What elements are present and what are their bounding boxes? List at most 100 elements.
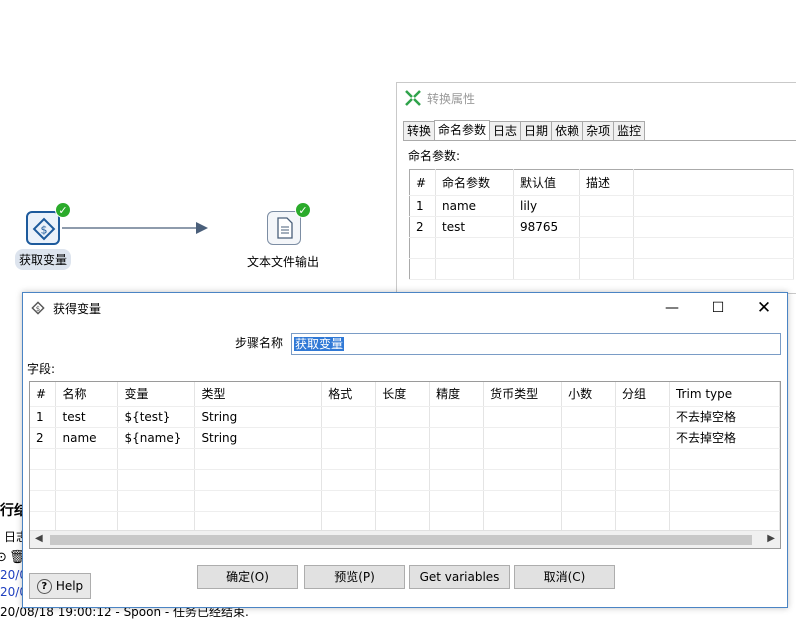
- column-header[interactable]: #: [409, 169, 436, 196]
- table-row-empty[interactable]: [409, 258, 794, 280]
- trans-props-tabs: 转换 命名参数 日志 日期 依赖 杂项 监控: [403, 120, 646, 141]
- column-header[interactable]: 长度: [375, 382, 431, 407]
- cell-currency[interactable]: [483, 406, 563, 428]
- table-row[interactable]: 2 name ${name} String 不去掉空格: [30, 427, 780, 449]
- close-button[interactable]: ✕: [741, 293, 787, 323]
- transformation-icon: [405, 90, 421, 106]
- cell-variable[interactable]: ${name}: [117, 427, 196, 449]
- svg-text:$: $: [41, 224, 48, 237]
- get-variables-dialog: $ 获得变量 — ☐ ✕ 步骤名称 获取变量 字段: # 名称 变量 类型 格式…: [22, 292, 788, 608]
- fields-table[interactable]: # 名称 变量 类型 格式 长度 精度 货币类型 小数 分组 Trim type…: [30, 382, 780, 533]
- tab-named-params[interactable]: 命名参数: [434, 120, 491, 141]
- column-header[interactable]: 变量: [117, 382, 196, 407]
- horizontal-scrollbar[interactable]: ◀ ▶: [30, 530, 780, 548]
- cell-grouping[interactable]: [615, 427, 670, 449]
- step-name-label: 步骤名称: [235, 336, 284, 350]
- row-number: 1: [30, 406, 57, 428]
- cell-variable[interactable]: ${test}: [117, 406, 196, 428]
- cell-decimal[interactable]: [561, 427, 617, 449]
- column-header[interactable]: Trim type: [669, 382, 780, 407]
- cell-decimal[interactable]: [561, 406, 617, 428]
- table-row[interactable]: 2 test 98765: [409, 216, 794, 238]
- row-number: 1: [409, 195, 436, 217]
- cell-grouping[interactable]: [615, 406, 670, 428]
- table-row-empty[interactable]: [30, 490, 780, 512]
- cell-format[interactable]: [321, 427, 377, 449]
- column-header[interactable]: 命名参数: [435, 169, 514, 196]
- column-header[interactable]: 名称: [55, 382, 119, 407]
- get-variables-button[interactable]: Get variables: [409, 565, 510, 589]
- cell-currency[interactable]: [483, 427, 563, 449]
- log-toolbar-icon[interactable]: ⊙: [0, 550, 7, 565]
- fields-label: 字段:: [27, 362, 56, 376]
- transformation-properties-window: 转换属性 转换 命名参数 日志 日期 依赖 杂项 监控 命名参数: # 命名参数…: [396, 82, 796, 294]
- table-row-empty[interactable]: [30, 469, 780, 491]
- cell-type[interactable]: String: [194, 406, 323, 428]
- cell-type[interactable]: String: [194, 427, 323, 449]
- table-row-empty[interactable]: [409, 237, 794, 259]
- column-header[interactable]: 小数: [561, 382, 617, 407]
- cell-name[interactable]: test: [55, 406, 119, 428]
- column-header[interactable]: #: [30, 382, 57, 407]
- row-number: 2: [30, 427, 57, 449]
- scroll-left-icon[interactable]: ◀: [35, 533, 43, 544]
- column-header[interactable]: 分组: [615, 382, 670, 407]
- table-header-row: # 命名参数 默认值 描述: [409, 169, 794, 196]
- cell-trim-type[interactable]: 不去掉空格: [669, 406, 780, 428]
- cell-param[interactable]: name: [435, 195, 514, 217]
- cell-format[interactable]: [321, 406, 377, 428]
- cell-length[interactable]: [375, 406, 431, 428]
- cell-precision[interactable]: [429, 406, 485, 428]
- get-variables-icon: $: [31, 301, 45, 315]
- column-header-empty: [633, 169, 794, 196]
- cell-precision[interactable]: [429, 427, 485, 449]
- column-header[interactable]: 精度: [429, 382, 485, 407]
- cancel-button[interactable]: 取消(C): [514, 565, 615, 589]
- cell-trim-type[interactable]: 不去掉空格: [669, 427, 780, 449]
- tab-dependencies[interactable]: 依赖: [551, 121, 584, 141]
- tab-dates[interactable]: 日期: [520, 121, 553, 141]
- tab-monitoring[interactable]: 监控: [613, 121, 646, 141]
- cell-description[interactable]: [579, 216, 634, 238]
- preview-button[interactable]: 预览(P): [304, 565, 405, 589]
- check-icon: ✓: [55, 202, 71, 218]
- column-header[interactable]: 描述: [579, 169, 634, 196]
- column-header[interactable]: 类型: [194, 382, 323, 407]
- named-params-table[interactable]: # 命名参数 默认值 描述 1 name lily 2 test 98765: [409, 169, 794, 280]
- column-header[interactable]: 格式: [321, 382, 377, 407]
- step-name-value: 获取变量: [294, 337, 345, 351]
- cell-param[interactable]: test: [435, 216, 514, 238]
- cell-length[interactable]: [375, 427, 431, 449]
- scrollbar-thumb[interactable]: [50, 535, 752, 545]
- table-row-empty[interactable]: [30, 448, 780, 470]
- check-icon: ✓: [295, 202, 311, 218]
- cell-default[interactable]: 98765: [513, 216, 580, 238]
- tab-logging[interactable]: 日志: [489, 121, 522, 141]
- step-get-variables[interactable]: $ ✓: [26, 202, 71, 251]
- minimize-button[interactable]: —: [649, 293, 695, 323]
- cell-description[interactable]: [579, 195, 634, 217]
- column-header[interactable]: 货币类型: [483, 382, 563, 407]
- column-header[interactable]: 默认值: [513, 169, 580, 196]
- ok-button[interactable]: 确定(O): [197, 565, 298, 589]
- help-label: Help: [55, 579, 84, 593]
- fields-grid[interactable]: # 名称 变量 类型 格式 长度 精度 货币类型 小数 分组 Trim type…: [29, 381, 781, 549]
- cell-name[interactable]: name: [55, 427, 119, 449]
- step-text-file-output-label[interactable]: 文本文件输出: [247, 253, 319, 270]
- step-name-input[interactable]: 获取变量: [291, 333, 781, 355]
- step-text-file-output[interactable]: ✓: [267, 202, 311, 245]
- maximize-button[interactable]: ☐: [695, 293, 741, 323]
- step-get-variables-label[interactable]: 获取变量: [15, 249, 72, 270]
- tab-misc[interactable]: 杂项: [582, 121, 615, 141]
- text-file-output-icon: [267, 211, 301, 245]
- trans-props-title: 转换属性: [427, 91, 476, 106]
- get-variables-icon: $: [26, 211, 60, 245]
- scroll-right-icon[interactable]: ▶: [767, 533, 775, 544]
- table-row[interactable]: 1 name lily: [409, 195, 794, 217]
- tab-transformation[interactable]: 转换: [403, 121, 436, 141]
- help-button[interactable]: ? Help: [29, 573, 91, 599]
- table-row-empty[interactable]: [30, 511, 780, 533]
- row-number: 2: [409, 216, 436, 238]
- cell-default[interactable]: lily: [513, 195, 580, 217]
- table-row[interactable]: 1 test ${test} String 不去掉空格: [30, 406, 780, 428]
